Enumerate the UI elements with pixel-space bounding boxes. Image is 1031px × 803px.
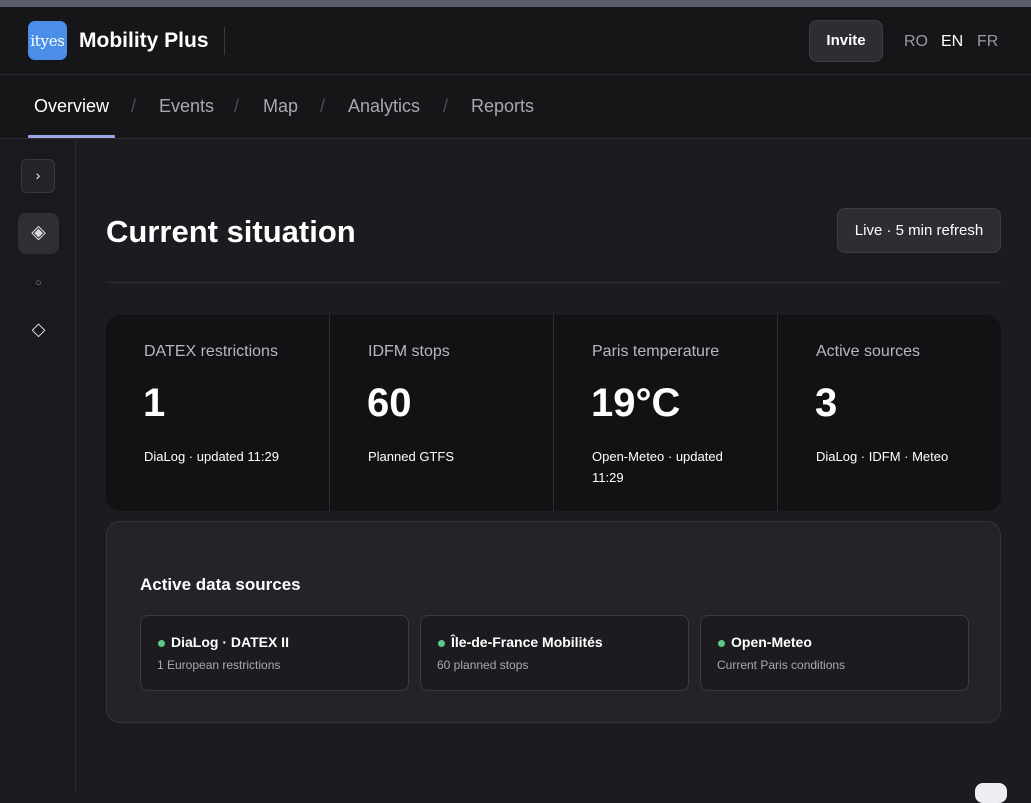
active-sources-panel: Active data sources DiaLog · DATEX II 1 … (106, 521, 1001, 723)
page-title: Current situation (106, 214, 356, 249)
floating-action-button[interactable] (975, 783, 1007, 803)
section-title: Active data sources (140, 575, 301, 594)
tab-analytics[interactable]: Analytics (348, 96, 420, 117)
stat-subtext: Open-Meteo · updated 11:29 (592, 449, 723, 485)
app-header: ityes Mobility Plus Invite RO EN FR (0, 7, 1031, 75)
stat-subtext: DiaLog · updated 11:29 (144, 449, 279, 464)
stats-panel: DATEX restrictions 1 DiaLog · updated 11… (106, 315, 1001, 511)
sidebar-item-secondary[interactable]: ○ (18, 263, 59, 304)
stat-value: 3 (815, 381, 838, 425)
stat-label: Paris temperature (592, 343, 720, 360)
stat-value: 1 (143, 381, 166, 425)
status-dot-icon (438, 640, 445, 647)
main-tabs: Overview / Events / Map / Analytics / Re… (0, 76, 1031, 139)
stat-value: 19°C (591, 381, 681, 425)
stat-card-temperature: Paris temperature 19°C Open-Meteo · upda… (554, 315, 777, 511)
app-logo[interactable]: ityes (28, 21, 67, 60)
tab-overview[interactable]: Overview (34, 96, 109, 117)
tab-separator: / (131, 96, 137, 116)
tab-reports[interactable]: Reports (471, 96, 534, 117)
stat-subtext: Planned GTFS (368, 449, 454, 464)
app-title: Mobility Plus (79, 29, 209, 52)
source-description: 1 European restrictions (157, 658, 281, 672)
source-description: Current Paris conditions (717, 658, 846, 672)
language-ro[interactable]: RO (904, 33, 928, 51)
language-en[interactable]: EN (941, 33, 963, 51)
source-name: Île-de-France Mobilités (451, 634, 603, 650)
sidebar-toggle-button[interactable]: › (21, 159, 55, 193)
stat-card-datex: DATEX restrictions 1 DiaLog · updated 11… (106, 315, 329, 511)
stat-label: DATEX restrictions (144, 343, 278, 360)
status-dot-icon (158, 640, 165, 647)
source-card-idfm[interactable]: Île-de-France Mobilités 60 planned stops (420, 615, 689, 691)
source-card-dialog[interactable]: DiaLog · DATEX II 1 European restriction… (140, 615, 409, 691)
source-card-open-meteo[interactable]: Open-Meteo Current Paris conditions (700, 615, 969, 691)
chevron-right-icon: › (35, 167, 41, 183)
stat-value: 60 (367, 381, 412, 425)
tab-separator: / (443, 96, 449, 116)
tab-separator: / (320, 96, 326, 116)
diamond-outline-icon: ◇ (31, 319, 46, 339)
sidebar-item-tertiary[interactable]: ◇ (18, 309, 59, 350)
stat-card-idfm: IDFM stops 60 Planned GTFS (330, 315, 553, 511)
source-description: 60 planned stops (437, 658, 529, 672)
tab-separator: / (234, 96, 240, 116)
source-name: DiaLog · DATEX II (171, 634, 289, 650)
stat-label: Active sources (816, 343, 921, 360)
live-refresh-badge[interactable]: Live · 5 min refresh (837, 208, 1001, 253)
tab-map[interactable]: Map (263, 96, 298, 117)
layers-diamond-icon: ◈ (31, 222, 46, 243)
stat-subtext: DiaLog · IDFM · Meteo (816, 449, 949, 464)
sidebar: › ◈ ○ ◇ (0, 140, 76, 792)
active-tab-indicator (28, 135, 115, 138)
status-dot-icon (718, 640, 725, 647)
invite-button[interactable]: Invite (809, 20, 883, 62)
language-fr[interactable]: FR (977, 33, 998, 51)
stat-card-sources: Active sources 3 DiaLog · IDFM · Meteo (778, 315, 1001, 511)
title-divider (106, 282, 1001, 283)
window-top-strip (0, 0, 1031, 7)
stat-label: IDFM stops (368, 343, 450, 360)
source-name: Open-Meteo (731, 634, 812, 650)
sidebar-item-overview[interactable]: ◈ (18, 213, 59, 254)
small-circle-icon: ○ (35, 277, 42, 289)
tab-events[interactable]: Events (159, 96, 214, 117)
header-divider (224, 27, 225, 55)
